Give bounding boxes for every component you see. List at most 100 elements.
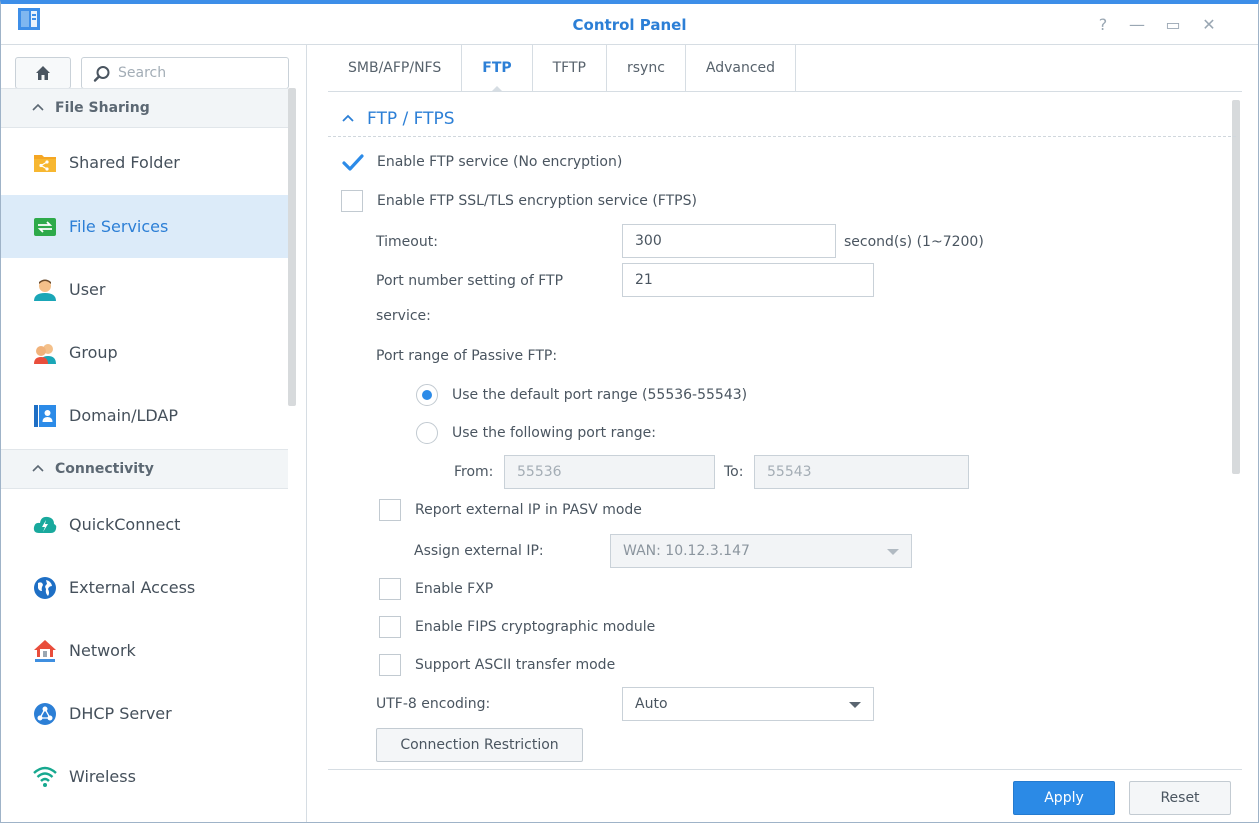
search-input[interactable] bbox=[118, 58, 283, 88]
enable-ftps-checkbox[interactable] bbox=[341, 190, 363, 212]
enable-fxp-checkbox[interactable] bbox=[379, 578, 401, 600]
default-port-range-radio[interactable] bbox=[416, 384, 438, 406]
sidebar-item-wireless[interactable]: Wireless bbox=[1, 745, 288, 808]
enable-ftps-label: Enable FTP SSL/TLS encryption service (F… bbox=[377, 193, 697, 209]
custom-port-range-radio-row[interactable]: Use the following port range: bbox=[416, 422, 656, 444]
network-icon bbox=[34, 639, 56, 662]
enable-ftp-checkbox[interactable] bbox=[341, 151, 364, 173]
tab-smb-afp-nfs[interactable]: SMB/AFP/NFS bbox=[328, 45, 463, 91]
timeout-input[interactable] bbox=[622, 224, 836, 258]
assign-external-ip-label: Assign external IP: bbox=[414, 543, 544, 559]
close-button[interactable]: ✕ bbox=[1197, 12, 1221, 36]
search-icon bbox=[93, 66, 110, 82]
checkmark-icon bbox=[342, 154, 364, 171]
sidebar-item-label: User bbox=[69, 280, 106, 299]
home-icon bbox=[36, 66, 50, 80]
dropdown-caret-icon bbox=[849, 702, 861, 708]
sidebar-item-label: Shared Folder bbox=[69, 153, 180, 172]
sidebar-item-shared-folder[interactable]: Shared Folder bbox=[1, 131, 288, 194]
port-label-line2: service: bbox=[376, 308, 431, 324]
utf8-encoding-label: UTF-8 encoding: bbox=[376, 696, 491, 712]
file-services-icon bbox=[34, 217, 56, 236]
section-title: FTP / FTPS bbox=[367, 109, 455, 129]
sidebar-scrollbar[interactable] bbox=[288, 88, 296, 406]
quickconnect-icon bbox=[33, 516, 57, 533]
custom-port-range-label: Use the following port range: bbox=[452, 425, 656, 441]
from-port-input[interactable] bbox=[504, 455, 715, 489]
default-port-range-label: Use the default port range (55536-55543) bbox=[452, 387, 748, 403]
tab-bar: SMB/AFP/NFS FTP TFTP rsync Advanced bbox=[328, 45, 797, 92]
connection-restriction-button[interactable]: Connection Restriction bbox=[376, 728, 583, 762]
sidebar-item-network[interactable]: Network bbox=[1, 619, 288, 682]
report-external-ip-label: Report external IP in PASV mode bbox=[415, 502, 642, 518]
reset-button[interactable]: Reset bbox=[1129, 781, 1231, 815]
sidebar-item-label: File Services bbox=[69, 217, 169, 236]
assign-external-ip-select[interactable]: WAN: 10.12.3.147 bbox=[610, 534, 912, 568]
port-label-line1: Port number setting of FTP bbox=[376, 273, 564, 289]
sidebar-item-group[interactable]: Group bbox=[1, 321, 288, 384]
enable-fxp-checkbox-row[interactable]: Enable FXP bbox=[379, 578, 493, 600]
user-icon bbox=[34, 279, 56, 301]
chevron-up-icon bbox=[32, 103, 44, 111]
ascii-mode-checkbox-row[interactable]: Support ASCII transfer mode bbox=[379, 654, 615, 676]
utf8-encoding-select[interactable]: Auto bbox=[622, 687, 874, 721]
timeout-unit-label: second(s) (1~7200) bbox=[844, 234, 984, 250]
section-header-file-sharing[interactable]: File Sharing bbox=[1, 88, 288, 128]
to-label: To: bbox=[724, 464, 744, 480]
tab-divider bbox=[328, 91, 1242, 92]
tab-tftp[interactable]: TFTP bbox=[533, 45, 607, 91]
wireless-icon bbox=[33, 766, 57, 787]
dhcp-server-icon bbox=[34, 702, 56, 725]
sidebar-item-dhcp-server[interactable]: DHCP Server bbox=[1, 682, 288, 745]
sidebar-item-label: External Access bbox=[69, 578, 196, 597]
sidebar-item-user[interactable]: User bbox=[1, 258, 288, 321]
section-header-connectivity[interactable]: Connectivity bbox=[1, 449, 288, 489]
from-label: From: bbox=[454, 464, 494, 480]
content-scrollbar[interactable] bbox=[1232, 100, 1240, 474]
ascii-mode-label: Support ASCII transfer mode bbox=[415, 657, 616, 673]
sidebar-item-domain-ldap[interactable]: Domain/LDAP bbox=[1, 384, 288, 447]
passive-range-label: Port range of Passive FTP: bbox=[376, 348, 558, 364]
enable-fips-checkbox-row[interactable]: Enable FIPS cryptographic module bbox=[379, 616, 655, 638]
help-button[interactable]: ? bbox=[1091, 12, 1115, 36]
report-external-ip-checkbox[interactable] bbox=[379, 499, 401, 521]
enable-fips-checkbox[interactable] bbox=[379, 616, 401, 638]
tab-advanced[interactable]: Advanced bbox=[686, 45, 797, 91]
title-bar: Control Panel ? — ▭ ✕ bbox=[1, 4, 1258, 45]
section-divider bbox=[328, 136, 1236, 137]
enable-ftps-checkbox-row[interactable]: Enable FTP SSL/TLS encryption service (F… bbox=[341, 190, 697, 212]
enable-ftp-checkbox-row[interactable]: Enable FTP service (No encryption) bbox=[341, 151, 622, 173]
sidebar-item-external-access[interactable]: External Access bbox=[1, 556, 288, 619]
sidebar-item-quickconnect[interactable]: QuickConnect bbox=[1, 493, 288, 556]
shared-folder-icon bbox=[34, 154, 56, 172]
sidebar-item-file-services[interactable]: File Services bbox=[1, 195, 288, 258]
port-input[interactable] bbox=[622, 263, 874, 297]
tab-ftp[interactable]: FTP bbox=[462, 45, 533, 92]
custom-port-range-radio[interactable] bbox=[416, 422, 438, 444]
group-icon bbox=[34, 343, 56, 364]
report-external-ip-checkbox-row[interactable]: Report external IP in PASV mode bbox=[379, 499, 642, 521]
enable-ftp-label: Enable FTP service (No encryption) bbox=[377, 154, 623, 170]
maximize-button[interactable]: ▭ bbox=[1161, 12, 1185, 36]
enable-fxp-label: Enable FXP bbox=[415, 581, 494, 597]
dropdown-caret-icon bbox=[887, 549, 899, 555]
to-port-input[interactable] bbox=[754, 455, 969, 489]
tab-rsync[interactable]: rsync bbox=[607, 45, 686, 91]
search-box[interactable] bbox=[81, 57, 289, 89]
utf8-encoding-value: Auto bbox=[635, 696, 668, 712]
footer-divider bbox=[328, 769, 1242, 770]
home-button[interactable] bbox=[15, 57, 71, 89]
section-label: Connectivity bbox=[55, 461, 154, 477]
sidebar: File Sharing Shared Folder File Services bbox=[1, 45, 307, 822]
minimize-button[interactable]: — bbox=[1125, 12, 1149, 36]
domain-ldap-icon bbox=[34, 404, 56, 427]
apply-button[interactable]: Apply bbox=[1013, 781, 1115, 815]
chevron-up-icon bbox=[32, 464, 44, 472]
assign-external-ip-value: WAN: 10.12.3.147 bbox=[623, 543, 750, 559]
timeout-label: Timeout: bbox=[376, 234, 438, 250]
sidebar-item-label: QuickConnect bbox=[69, 515, 181, 534]
default-port-range-radio-row[interactable]: Use the default port range (55536-55543) bbox=[416, 384, 747, 406]
ascii-mode-checkbox[interactable] bbox=[379, 654, 401, 676]
ftp-section-header[interactable]: FTP / FTPS bbox=[341, 109, 455, 129]
chevron-up-icon bbox=[342, 114, 354, 122]
